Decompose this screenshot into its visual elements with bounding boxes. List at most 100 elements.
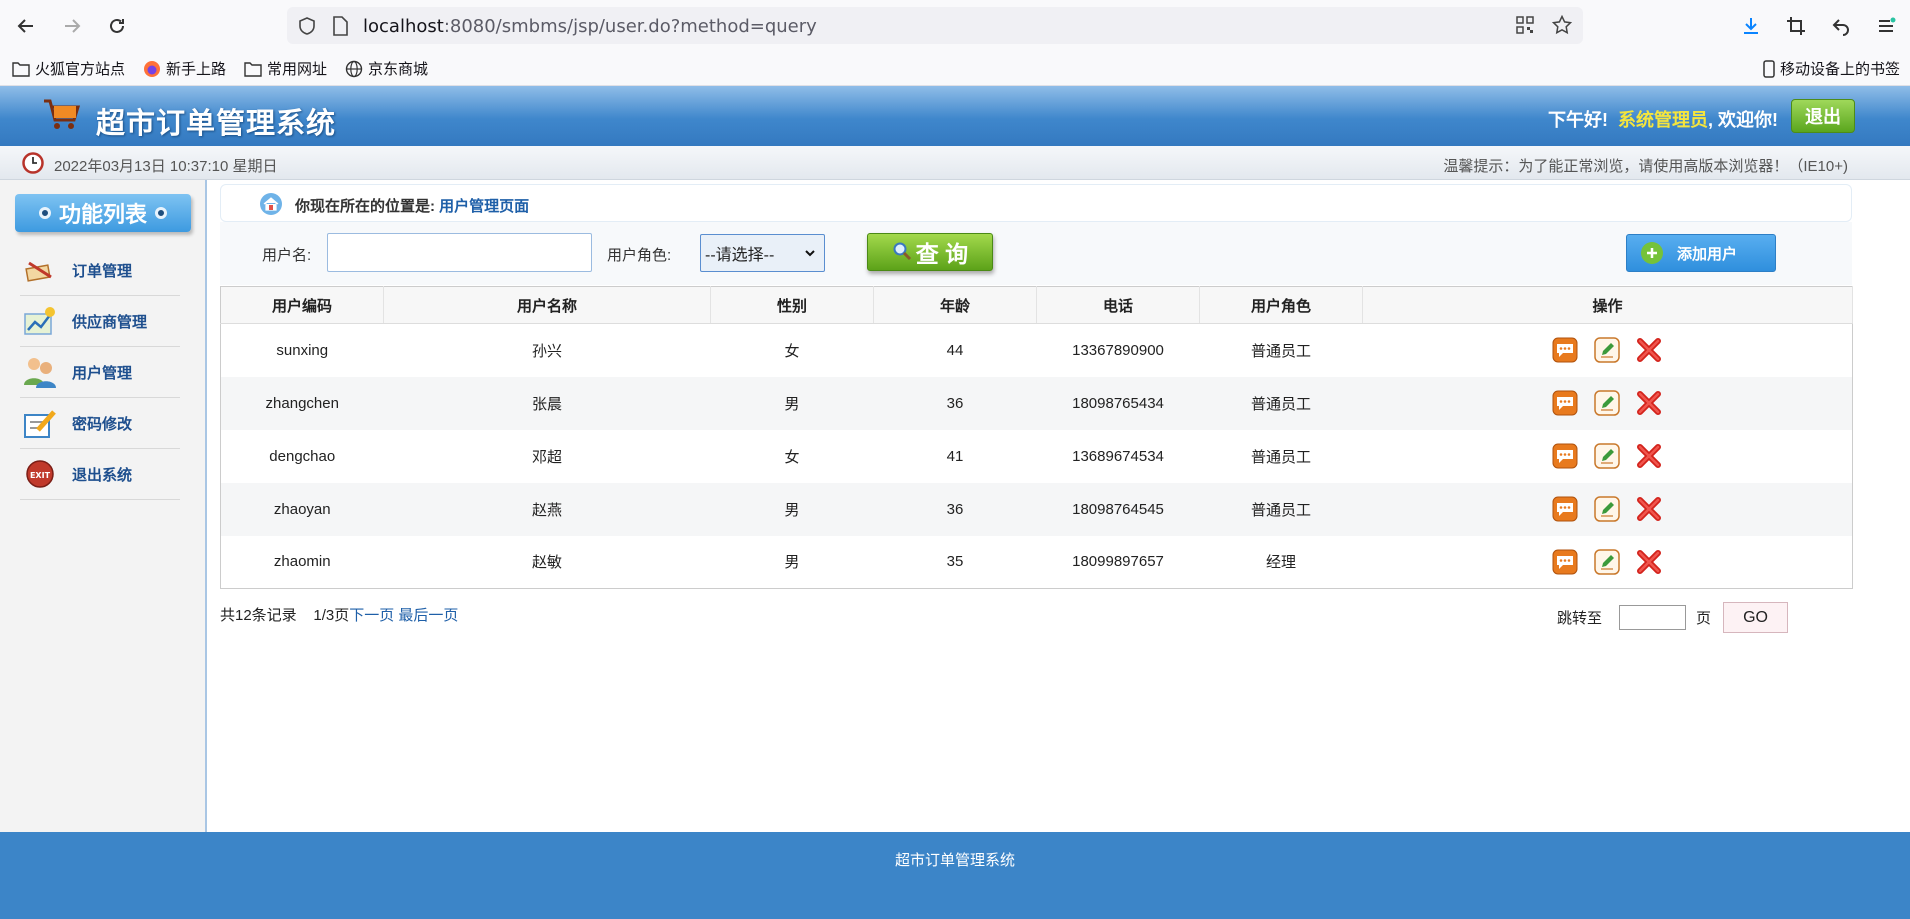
page-unit-label: 页	[1696, 610, 1712, 627]
shield-icon[interactable]	[297, 16, 317, 40]
page-jump: 跳转至 页 GO	[1557, 602, 1789, 633]
next-page-link[interactable]: 下一页	[349, 607, 394, 624]
column-header: 操作	[1362, 286, 1853, 324]
edit-icon[interactable]	[1593, 389, 1621, 417]
role-cell: 普通员工	[1199, 376, 1363, 430]
current-page-link[interactable]: 用户管理页面	[439, 198, 529, 215]
table-header-row: 用户编码 用户名称 性别 年龄 电话 用户角色 操作	[220, 286, 1853, 324]
user-table: 用户编码 用户名称 性别 年龄 电话 用户角色 操作 sunxing 孙兴 女 …	[220, 286, 1853, 589]
view-icon[interactable]	[1551, 336, 1579, 364]
gender-cell: 女	[784, 448, 800, 466]
footer-text: 超市订单管理系统	[894, 852, 1015, 869]
bookmark-getting-started[interactable]: 新手上路	[143, 58, 226, 79]
welcome-text: 下午好! 系统管理员, 欢迎你!	[1547, 110, 1778, 130]
edit-icon[interactable]	[1593, 548, 1621, 576]
role-cell: 普通员工	[1199, 482, 1363, 536]
sidebar: 功能列表 订单管理 供应商管理 用户管理 密码修改 EXIT 退出系统	[0, 180, 207, 832]
downloads-icon[interactable]	[1735, 10, 1767, 42]
query-button[interactable]: 查 询	[867, 233, 993, 271]
crop-icon[interactable]	[1780, 10, 1812, 42]
gender-cell: 男	[710, 376, 874, 430]
clock-icon	[22, 152, 44, 178]
phone-cell: 18099897657	[1072, 553, 1164, 571]
forward-button[interactable]	[56, 10, 88, 42]
role-select[interactable]: --请选择--	[700, 234, 825, 272]
cart-icon	[42, 98, 81, 136]
delete-icon[interactable]	[1635, 336, 1663, 364]
user-name-cell: 孙兴	[531, 342, 562, 360]
user-name-cell: 张晨	[383, 376, 711, 430]
column-header: 性别	[710, 286, 874, 324]
column-header: 电话	[1036, 286, 1200, 324]
operations-cell	[1362, 482, 1853, 536]
username-label: 用户名:	[262, 247, 312, 264]
sidebar-item-users[interactable]: 用户管理	[20, 347, 180, 398]
add-user-button[interactable]: 添加用户	[1626, 234, 1776, 272]
mobile-icon	[1763, 59, 1775, 78]
browser-toolbar: localhost:8080/smbms/jsp/user.do?method=…	[0, 0, 1910, 50]
operations-cell	[1362, 376, 1853, 430]
back-button[interactable]	[10, 10, 42, 42]
firefox-icon	[144, 60, 160, 77]
table-row: zhangchen 张晨 男 36 18098765434 普通员工	[220, 376, 1853, 430]
view-icon[interactable]	[1551, 495, 1579, 523]
go-button[interactable]: GO	[1723, 602, 1789, 633]
delete-icon[interactable]	[1635, 389, 1663, 417]
last-page-link[interactable]: 最后一页	[398, 607, 458, 624]
page-number-input[interactable]	[1619, 605, 1687, 630]
plus-icon	[1641, 242, 1663, 264]
folder-icon	[12, 61, 30, 77]
edit-icon[interactable]	[1593, 495, 1621, 523]
svg-text:EXIT: EXIT	[30, 471, 51, 480]
column-header: 用户角色	[1199, 286, 1363, 324]
undo-icon[interactable]	[1825, 10, 1857, 42]
url-bar[interactable]: localhost:8080/smbms/jsp/user.do?method=…	[287, 7, 1583, 44]
provider-icon	[20, 301, 60, 341]
sidebar-item-exit[interactable]: EXIT 退出系统	[20, 449, 180, 500]
delete-icon[interactable]	[1635, 442, 1663, 470]
logout-button[interactable]: 退出	[1791, 99, 1855, 133]
reload-button[interactable]	[101, 10, 133, 42]
bookmark-star-icon[interactable]	[1551, 14, 1573, 39]
delete-icon[interactable]	[1635, 495, 1663, 523]
exit-icon: EXIT	[20, 454, 60, 494]
role-cell: 普通员工	[1250, 342, 1311, 360]
delete-icon[interactable]	[1635, 548, 1663, 576]
menu-icon[interactable]	[1870, 10, 1902, 42]
table-row: zhaomin 赵敏 男 35 18099897657 经理	[221, 536, 1853, 589]
operations-cell	[1363, 430, 1853, 483]
bookmark-jd[interactable]: 京东商城	[345, 58, 428, 79]
sidebar-item-password[interactable]: 密码修改	[20, 398, 180, 449]
sidebar-item-providers[interactable]: 供应商管理	[20, 296, 180, 347]
home-icon	[259, 192, 283, 220]
globe-icon	[345, 60, 363, 77]
table-row: dengchao 邓超 女 41 13689674534 普通员工	[221, 430, 1853, 483]
edit-icon[interactable]	[1593, 442, 1621, 470]
user-code-cell: sunxing	[276, 341, 329, 359]
bookmark-common-sites[interactable]: 常用网址	[244, 58, 327, 79]
table-row: zhaoyan 赵燕 男 36 18098764545 普通员工	[220, 482, 1853, 536]
username-search-input[interactable]	[327, 233, 592, 272]
phone-cell: 13367890900	[1072, 341, 1164, 359]
sidebar-title: 功能列表	[15, 194, 191, 232]
phone-cell: 18098765434	[1036, 376, 1200, 430]
qr-code-icon[interactable]	[1516, 16, 1534, 38]
column-header: 用户编码	[220, 286, 384, 324]
page-icon[interactable]	[331, 16, 349, 40]
breadcrumb: 你现在所在的位置是: 用户管理页面	[220, 184, 1852, 222]
sidebar-item-orders[interactable]: 订单管理	[20, 245, 180, 296]
view-icon[interactable]	[1551, 442, 1579, 470]
role-cell: 普通员工	[1250, 448, 1311, 466]
operations-cell	[1363, 324, 1853, 377]
age-cell: 35	[946, 553, 964, 571]
edit-icon[interactable]	[1593, 336, 1621, 364]
view-icon[interactable]	[1551, 389, 1579, 417]
user-code-cell: zhaomin	[273, 553, 331, 571]
bookmark-firefox-site[interactable]: 火狐官方站点	[12, 58, 125, 79]
bookmarks-bar: 火狐官方站点 新手上路 常用网址 京东商城 移动设备上的书签	[0, 50, 1910, 86]
mobile-bookmarks[interactable]: 移动设备上的书签	[1763, 58, 1900, 79]
url-text[interactable]: localhost:8080/smbms/jsp/user.do?method=…	[363, 16, 817, 37]
view-icon[interactable]	[1551, 548, 1579, 576]
user-code-cell: zhaoyan	[220, 482, 384, 536]
user-name-cell: 赵敏	[531, 554, 562, 572]
